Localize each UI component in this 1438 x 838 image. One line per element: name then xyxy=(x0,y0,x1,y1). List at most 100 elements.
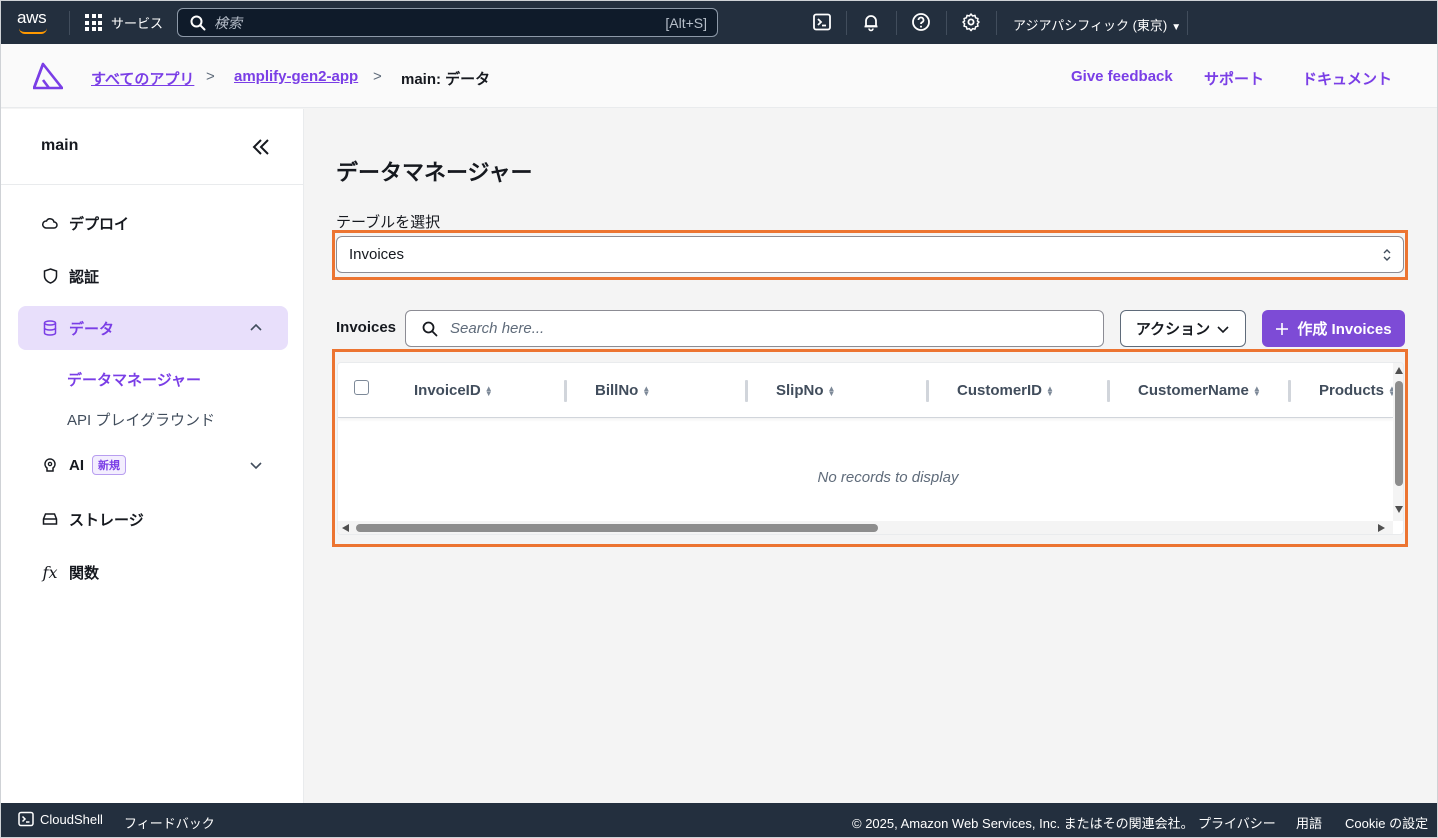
sort-icon: ▲ ▼ xyxy=(1046,384,1054,399)
horizontal-scrollbar[interactable] xyxy=(338,521,1393,534)
vertical-scrollbar[interactable] xyxy=(1393,363,1403,521)
top-navigation: aws サービス [Alt+S] アジアパシフィック (東京)▼ xyxy=(1,1,1437,44)
column-label: Products xyxy=(1319,382,1385,399)
column-resizer[interactable] xyxy=(1107,380,1110,402)
select-all-checkbox[interactable] xyxy=(354,380,369,395)
sidebar-item-label: デプロイ xyxy=(69,215,130,233)
sidebar-item-ai[interactable]: AI 新規 xyxy=(18,443,288,487)
caret-down-icon: ▼ xyxy=(1171,22,1182,33)
table-search[interactable] xyxy=(405,310,1104,347)
column-label: CustomerID xyxy=(957,382,1043,399)
terms-link[interactable]: 用語 xyxy=(1296,813,1322,832)
chevron-down-icon xyxy=(250,462,262,470)
vertical-scroll-thumb[interactable] xyxy=(1395,381,1403,486)
sidebar-item-label: ストレージ xyxy=(69,511,144,529)
amplify-logo-icon[interactable] xyxy=(33,62,63,90)
aws-logo[interactable]: aws xyxy=(17,9,57,35)
column-resizer[interactable] xyxy=(1288,380,1291,402)
services-label: サービス xyxy=(111,16,164,31)
scroll-left-arrow-icon[interactable] xyxy=(342,524,349,532)
cloudshell-button[interactable]: CloudShell xyxy=(18,811,103,827)
chevron-up-icon xyxy=(250,323,262,331)
column-resizer[interactable] xyxy=(926,380,929,402)
grid-icon xyxy=(85,14,102,31)
sidebar-subitem-api-playground[interactable]: API プレイグラウンド xyxy=(67,409,215,430)
database-icon xyxy=(41,319,59,337)
data-table: InvoiceID ▲ ▼ BillNo ▲ ▼ SlipNo ▲ ▼ CustomerID… xyxy=(337,362,1404,535)
brain-icon xyxy=(41,456,59,474)
sidebar-item-label: AI xyxy=(69,456,84,474)
column-header-billno[interactable]: BillNo ▲ ▼ xyxy=(595,382,650,399)
breadcrumb-all-apps[interactable]: すべてのアプリ xyxy=(91,68,194,89)
nav-divider xyxy=(1187,11,1188,35)
storage-icon xyxy=(41,510,59,528)
privacy-link[interactable]: プライバシー xyxy=(1198,813,1276,832)
support-link[interactable]: サポート xyxy=(1204,68,1264,89)
bell-icon[interactable] xyxy=(861,12,881,32)
give-feedback-link[interactable]: Give feedback xyxy=(1071,68,1173,85)
create-invoices-button[interactable]: 作成 Invoices xyxy=(1262,310,1405,347)
column-label: InvoiceID xyxy=(414,382,481,399)
search-icon xyxy=(190,15,206,30)
feedback-link[interactable]: フィードバック xyxy=(124,813,215,832)
aws-logo-text: aws xyxy=(17,8,47,27)
table-select[interactable]: Invoices xyxy=(336,236,1404,273)
sidebar-subitem-data-manager[interactable]: データマネージャー xyxy=(67,369,201,390)
documentation-link[interactable]: ドキュメント xyxy=(1302,68,1392,89)
column-label: SlipNo xyxy=(776,382,824,399)
column-header-slipno[interactable]: SlipNo ▲ ▼ xyxy=(776,382,835,399)
plus-icon xyxy=(1276,322,1289,335)
function-icon: fx xyxy=(42,562,58,582)
collapse-sidebar-icon[interactable] xyxy=(249,135,273,159)
search-shortcut-hint: [Alt+S] xyxy=(665,14,707,31)
sidebar-item-label: 関数 xyxy=(69,564,100,582)
cookie-settings-link[interactable]: Cookie の設定 xyxy=(1345,813,1428,832)
settings-icon[interactable] xyxy=(961,12,981,32)
sidebar-divider xyxy=(1,184,303,185)
column-header-customerid[interactable]: CustomerID ▲ ▼ xyxy=(957,382,1054,399)
cloudshell-label: CloudShell xyxy=(40,811,103,827)
scroll-up-arrow-icon[interactable] xyxy=(1395,367,1403,374)
actions-dropdown-button[interactable]: アクション xyxy=(1120,310,1246,347)
sidebar-item-deploy[interactable]: デプロイ xyxy=(18,201,288,245)
help-icon[interactable] xyxy=(911,12,931,32)
aws-smile-icon xyxy=(19,28,47,34)
column-label: BillNo xyxy=(595,382,639,399)
breadcrumb-current: main: データ xyxy=(401,71,491,88)
empty-table-message: No records to display xyxy=(817,469,959,486)
sort-icon: ▲ ▼ xyxy=(1252,384,1261,399)
global-search-input[interactable] xyxy=(214,14,666,31)
services-menu-button[interactable]: サービス xyxy=(85,13,163,32)
sidebar-item-auth[interactable]: 認証 xyxy=(18,254,288,298)
nav-divider xyxy=(996,11,997,35)
cloudshell-icon[interactable] xyxy=(812,12,832,32)
sidebar-item-storage[interactable]: ストレージ xyxy=(18,497,288,541)
sidebar-item-label: データ xyxy=(69,320,115,338)
nav-divider xyxy=(896,11,897,35)
scroll-down-arrow-icon[interactable] xyxy=(1395,506,1403,513)
horizontal-scroll-thumb[interactable] xyxy=(356,524,878,532)
breadcrumb-app[interactable]: amplify-gen2-app xyxy=(234,68,358,85)
column-label: CustomerName xyxy=(1138,382,1249,399)
breadcrumb-bar: すべてのアプリ > amplify-gen2-app > main: データ G… xyxy=(1,44,1437,108)
sidebar-item-data[interactable]: データ xyxy=(18,306,288,350)
region-selector[interactable]: アジアパシフィック (東京) ▼ xyxy=(1013,15,1181,34)
cloud-icon xyxy=(41,214,59,232)
global-search[interactable]: [Alt+S] xyxy=(177,8,718,37)
sidebar-item-functions[interactable]: fx 関数 xyxy=(18,550,288,594)
column-header-invoiceid[interactable]: InvoiceID ▲ ▼ xyxy=(414,382,493,399)
sort-icon: ▲ ▼ xyxy=(827,384,836,399)
column-resizer[interactable] xyxy=(745,380,748,402)
nav-divider xyxy=(946,11,947,35)
new-badge: 新規 xyxy=(92,455,126,475)
cloudshell-icon xyxy=(18,811,34,827)
region-label: アジアパシフィック (東京) xyxy=(1013,18,1168,33)
column-resizer[interactable] xyxy=(564,380,567,402)
table-search-input[interactable] xyxy=(450,320,1103,337)
column-header-products[interactable]: Products ▲ ▼ xyxy=(1319,382,1396,399)
select-caret-icon xyxy=(1383,249,1391,261)
actions-label: アクション xyxy=(1135,321,1211,338)
column-header-customername[interactable]: CustomerName ▲ ▼ xyxy=(1138,382,1261,399)
chevron-down-icon xyxy=(1217,325,1229,333)
scroll-right-arrow-icon[interactable] xyxy=(1378,524,1385,532)
